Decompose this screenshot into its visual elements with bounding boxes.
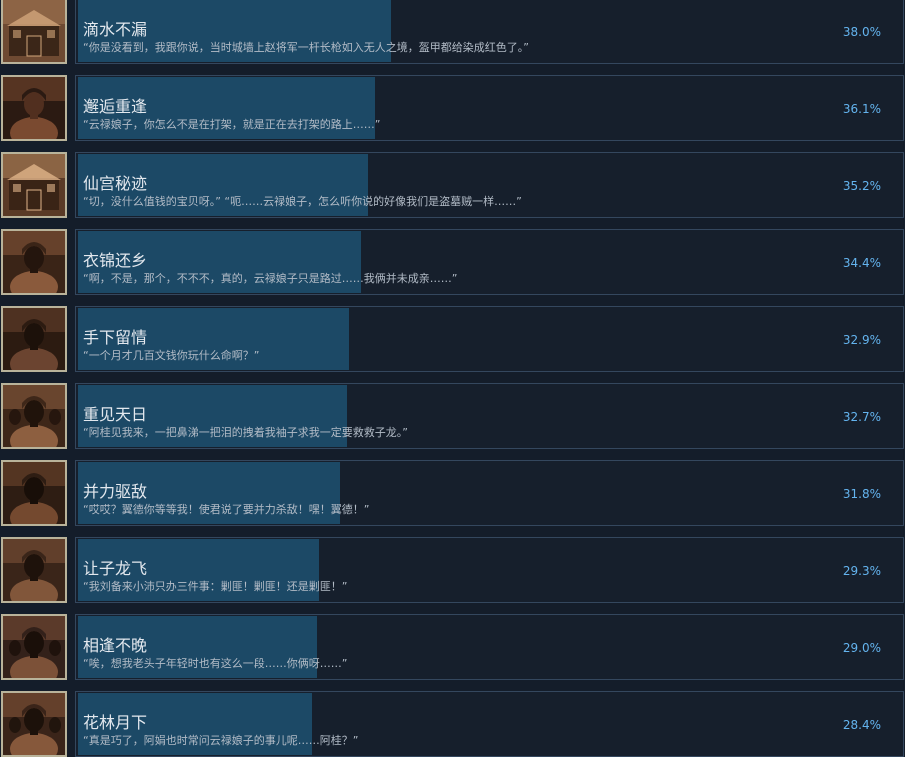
achievement-list: 滴水不漏 “你是没看到，我跟你说，当时城墙上赵将军一杆长枪如入无人之境，盔甲都给染… <box>0 0 905 757</box>
palace-interior-scene-icon <box>1 152 67 218</box>
couple-portrait-icon <box>1 691 67 757</box>
elder-and-couple-portrait-icon <box>1 614 67 680</box>
achievement-panel: 邂逅重逢 “云禄娘子，你怎么不是在打架，就是正在去打架的路上……” 36.1% <box>75 75 904 141</box>
achievement-title: 邂逅重逢 <box>83 97 148 116</box>
group-of-people-scene-icon <box>1 383 67 449</box>
unlock-percentage: 36.1% <box>842 102 881 116</box>
unlock-percentage: 35.2% <box>842 179 881 193</box>
achievement-row: 花林月下 “真是巧了，阿娟也时常问云禄娘子的事儿呢……阿桂？” 28.4% <box>0 691 905 757</box>
achievement-description: “唉，想我老头子年轻时也有这么一段……你俩呀……” <box>83 657 348 670</box>
achievement-title: 滴水不漏 <box>83 20 148 39</box>
achievement-description: “一个月才几百文钱你玩什么命啊？” <box>83 349 260 362</box>
achievement-title: 花林月下 <box>83 713 148 732</box>
achievement-title: 相逢不晚 <box>83 636 148 655</box>
achievement-title: 衣锦还乡 <box>83 251 148 270</box>
achievement-panel: 手下留情 “一个月才几百文钱你玩什么命啊？” 32.9% <box>75 306 904 372</box>
achievement-description: “真是巧了，阿娟也时常问云禄娘子的事儿呢……阿桂？” <box>83 734 359 747</box>
warrior-woman-portrait-icon <box>1 75 67 141</box>
achievement-row: 衣锦还乡 “啊，不是，那个，不不不，真的，云禄娘子只是路过……我俩并未成亲……” 3… <box>0 229 905 295</box>
achievement-description: “切，没什么值钱的宝贝呀。” “呃……云禄娘子，怎么听你说的好像我们是盗墓贼一样… <box>83 195 522 208</box>
unlock-percentage: 34.4% <box>842 256 881 270</box>
archer-soldier-portrait-icon <box>1 306 67 372</box>
lord-portrait-icon <box>1 537 67 603</box>
achievement-row: 手下留情 “一个月才几百文钱你玩什么命啊？” 32.9% <box>0 306 905 372</box>
unlock-percentage: 32.7% <box>842 410 881 424</box>
achievement-row: 滴水不漏 “你是没看到，我跟你说，当时城墙上赵将军一杆长枪如入无人之境，盔甲都给染… <box>0 0 905 64</box>
unlock-percentage: 29.3% <box>842 564 881 578</box>
achievement-panel: 滴水不漏 “你是没看到，我跟你说，当时城墙上赵将军一杆长枪如入无人之境，盔甲都给染… <box>75 0 904 64</box>
achievement-description: “我刘备来小沛只办三件事：剿匪！剿匪！还是剿匪！” <box>83 580 348 593</box>
achievement-panel: 衣锦还乡 “啊，不是，那个，不不不，真的，云禄娘子只是路过……我俩并未成亲……” 3… <box>75 229 904 295</box>
achievement-row: 让子龙飞 “我刘备来小沛只办三件事：剿匪！剿匪！还是剿匪！” 29.3% <box>0 537 905 603</box>
achievement-title: 手下留情 <box>83 328 148 347</box>
achievement-description: “你是没看到，我跟你说，当时城墙上赵将军一杆长枪如入无人之境，盔甲都给染成红色了… <box>83 41 529 54</box>
achievement-title: 重见天日 <box>83 405 148 424</box>
achievement-panel: 相逢不晚 “唉，想我老头子年轻时也有这么一段……你俩呀……” 29.0% <box>75 614 904 680</box>
achievement-row: 邂逅重逢 “云禄娘子，你怎么不是在打架，就是正在去打架的路上……” 36.1% <box>0 75 905 141</box>
unlock-percentage: 29.0% <box>842 641 881 655</box>
achievement-title: 并力驱敌 <box>83 482 148 501</box>
achievement-title: 仙宫秘迹 <box>83 174 148 193</box>
achievement-description: “阿桂见我来，一把鼻涕一把泪的拽着我袖子求我一定要救救子龙。” <box>83 426 408 439</box>
achievement-row: 并力驱敌 “哎哎？翼德你等等我！使君说了要并力杀敌！嘿！翼德！” 31.8% <box>0 460 905 526</box>
armored-general-portrait-icon <box>1 460 67 526</box>
achievement-panel: 并力驱敌 “哎哎？翼德你等等我！使君说了要并力杀敌！嘿！翼德！” 31.8% <box>75 460 904 526</box>
city-gate-scene-icon <box>1 0 67 64</box>
achievement-description: “哎哎？翼德你等等我！使君说了要并力杀敌！嘿！翼德！” <box>83 503 370 516</box>
achievement-description: “啊，不是，那个，不不不，真的，云禄娘子只是路过……我俩并未成亲……” <box>83 272 458 285</box>
achievement-description: “云禄娘子，你怎么不是在打架，就是正在去打架的路上……” <box>83 118 381 131</box>
achievement-panel: 仙宫秘迹 “切，没什么值钱的宝贝呀。” “呃……云禄娘子，怎么听你说的好像我们是盗… <box>75 152 904 218</box>
achievement-row: 重见天日 “阿桂见我来，一把鼻涕一把泪的拽着我袖子求我一定要救救子龙。” 32.7% <box>0 383 905 449</box>
achievement-panel: 让子龙飞 “我刘备来小沛只办三件事：剿匪！剿匪！还是剿匪！” 29.3% <box>75 537 904 603</box>
unlock-percentage: 32.9% <box>842 333 881 347</box>
achievement-panel: 重见天日 “阿桂见我来，一把鼻涕一把泪的拽着我袖子求我一定要救救子龙。” 32.7% <box>75 383 904 449</box>
achievement-row: 相逢不晚 “唉，想我老头子年轻时也有这么一段……你俩呀……” 29.0% <box>0 614 905 680</box>
unlock-percentage: 28.4% <box>842 718 881 732</box>
achievement-panel: 花林月下 “真是巧了，阿娟也时常问云禄娘子的事儿呢……阿桂？” 28.4% <box>75 691 904 757</box>
achievement-title: 让子龙飞 <box>83 559 148 578</box>
young-scholar-portrait-icon <box>1 229 67 295</box>
achievement-row: 仙宫秘迹 “切，没什么值钱的宝贝呀。” “呃……云禄娘子，怎么听你说的好像我们是盗… <box>0 152 905 218</box>
unlock-percentage: 31.8% <box>842 487 881 501</box>
unlock-percentage: 38.0% <box>842 25 881 39</box>
